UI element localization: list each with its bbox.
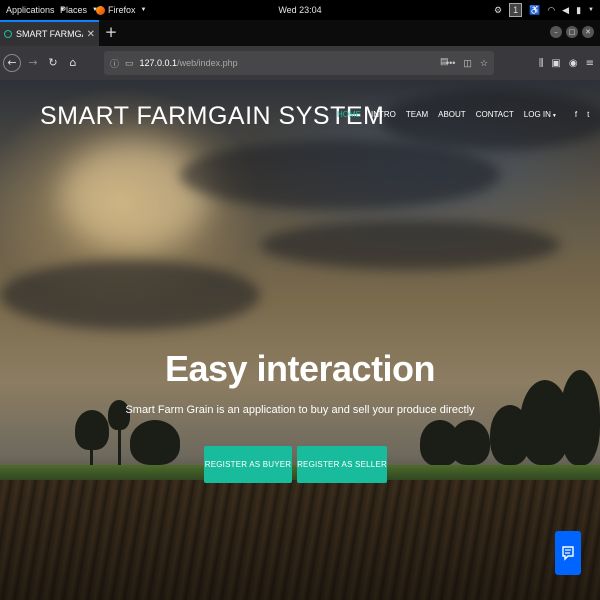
home-icon[interactable]: ⌂ — [65, 55, 81, 71]
info-icon[interactable]: ⓘ — [110, 57, 119, 70]
chat-icon — [562, 546, 574, 561]
hero-title: Easy interaction — [164, 348, 436, 389]
wifi-icon[interactable]: ◠ — [547, 5, 555, 16]
site-brand[interactable]: SMART FARMGAIN SYSTEM — [40, 102, 384, 131]
more-actions-icon[interactable]: ••• — [446, 58, 455, 68]
battery-icon[interactable]: ▮ — [576, 5, 581, 16]
cloud-shape — [0, 260, 260, 330]
url-host: 127.0.0.1 — [139, 58, 178, 68]
nav-team[interactable]: TEAM — [406, 110, 428, 119]
sidebar-icon[interactable]: ▣ — [551, 58, 560, 69]
cloud-shape — [180, 140, 500, 210]
social-links: f t — [575, 110, 589, 119]
toolbar-right: ⫼ ▣ ◉ ≡ — [539, 46, 594, 80]
register-buyer-button[interactable]: REGISTER AS BUYER — [204, 446, 292, 483]
system-top-bar: Applications ▼ Places ▼ Firefox ▼ Wed 23:04… — [0, 0, 600, 20]
nav-toolbar: ← → ↻ ⌂ ⓘ ▭ 127.0.0.1/web/index.php ▤ ••… — [0, 46, 600, 80]
nav-login[interactable]: LOG IN▼ — [524, 110, 557, 119]
close-tab-icon[interactable]: ✕ — [87, 29, 95, 40]
favicon-icon — [4, 30, 12, 38]
url-path: /web/index.php — [177, 58, 238, 68]
nav-contact[interactable]: CONTACT — [476, 110, 514, 119]
site-navigation: HOME INTRO TEAM ABOUT CONTACT LOG IN▼ f … — [337, 110, 589, 119]
nav-intro[interactable]: INTRO — [371, 110, 396, 119]
page-icon: ▭ — [125, 57, 134, 68]
workspace-indicator[interactable]: 1 — [509, 3, 523, 17]
tree-silhouette — [130, 420, 180, 465]
hamburger-menu-icon[interactable]: ≡ — [586, 58, 594, 69]
chat-widget-button[interactable] — [555, 531, 581, 575]
sunlight-glow — [60, 140, 210, 250]
accessibility-icon[interactable]: ♿ — [529, 5, 540, 16]
register-seller-button[interactable]: REGISTER AS SELLER — [297, 446, 387, 483]
forward-icon[interactable]: → — [25, 55, 41, 71]
extension-icon[interactable]: ⚙ — [494, 5, 502, 16]
twitter-icon[interactable]: t — [587, 110, 589, 119]
field-shade — [0, 480, 600, 600]
new-tab-button[interactable]: + — [102, 23, 120, 41]
facebook-icon[interactable]: f — [575, 110, 577, 119]
maximize-icon[interactable]: □ — [566, 26, 578, 38]
nav-login-label: LOG IN — [523, 110, 551, 119]
url-actions: ••• ◫ ☆ — [446, 51, 488, 75]
caret-down-icon: ▼ — [551, 113, 557, 119]
cloud-shape — [260, 220, 560, 270]
back-icon[interactable]: ← — [3, 54, 21, 72]
tab-active[interactable]: SMART FARMGAIN SYS ✕ — [0, 20, 99, 46]
window-controls: – □ ✕ — [550, 26, 594, 38]
tab-title: SMART FARMGAIN SYS — [16, 29, 83, 39]
system-tray: ⚙ 1 ♿ ◠ ◀ ▮ ▼ — [494, 0, 594, 20]
cloud-shape — [380, 90, 600, 150]
bookmark-star-icon[interactable]: ☆ — [480, 58, 488, 69]
tree-silhouette — [450, 420, 490, 465]
tree-trunk — [118, 425, 121, 470]
url-bar[interactable]: ⓘ ▭ 127.0.0.1/web/index.php ▤ ••• ◫ ☆ — [104, 51, 494, 75]
nav-home[interactable]: HOME — [337, 110, 361, 119]
library-icon[interactable]: ⫼ — [539, 58, 544, 69]
tab-strip: SMART FARMGAIN SYS ✕ + – □ ✕ — [0, 20, 600, 46]
volume-icon[interactable]: ◀ — [562, 5, 569, 16]
caret-down-icon[interactable]: ▼ — [588, 7, 594, 13]
close-window-icon[interactable]: ✕ — [582, 26, 594, 38]
minimize-icon[interactable]: – — [550, 26, 562, 38]
reload-icon[interactable]: ↻ — [45, 55, 61, 71]
pocket-icon[interactable]: ◫ — [463, 58, 472, 69]
account-icon[interactable]: ◉ — [569, 58, 578, 69]
hero-subtitle: Smart Farm Grain is an application to bu… — [125, 404, 475, 416]
page-viewport: SMART FARMGAIN SYSTEM HOME INTRO TEAM AB… — [0, 80, 600, 600]
nav-about[interactable]: ABOUT — [438, 110, 466, 119]
